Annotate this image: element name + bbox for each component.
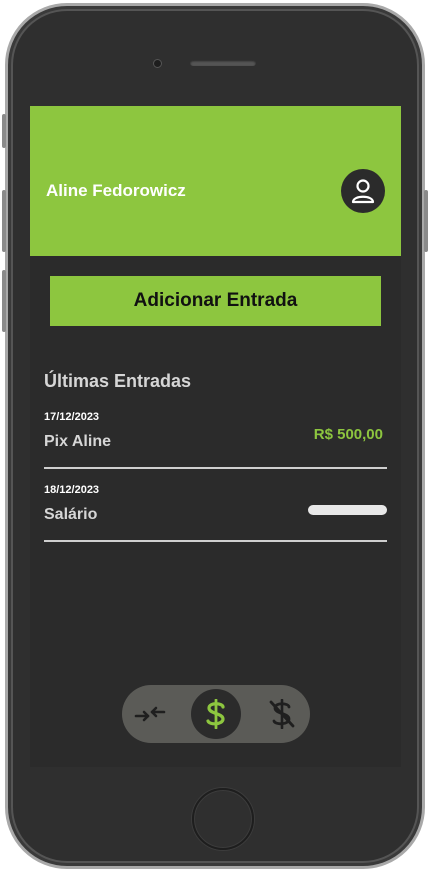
- phone-side-button-mute: [2, 114, 6, 148]
- entry-name: Pix Aline: [44, 433, 111, 450]
- entry-row[interactable]: 17/12/2023 Pix Aline R$ 500,00: [44, 411, 387, 469]
- transfer-arrows-icon: [134, 706, 166, 722]
- profile-button[interactable]: [341, 169, 385, 213]
- entry-date: 17/12/2023: [44, 411, 100, 423]
- dollar-icon: [206, 699, 225, 729]
- phone-side-button-volume-down: [2, 270, 6, 332]
- front-camera: [153, 59, 162, 68]
- entry-name: Salário: [44, 506, 98, 523]
- entry-row[interactable]: 18/12/2023 Salário: [44, 484, 387, 542]
- user-name: Aline Fedorowicz: [46, 181, 186, 200]
- phone-side-button-volume-up: [2, 190, 6, 252]
- earpiece-speaker: [190, 60, 256, 66]
- nav-transfers[interactable]: [125, 689, 175, 739]
- app-header: Aline Fedorowicz: [30, 106, 401, 256]
- home-button[interactable]: [192, 788, 254, 850]
- phone-side-button-power: [424, 190, 428, 252]
- nav-expenses[interactable]: [257, 689, 307, 739]
- nav-income[interactable]: [191, 689, 241, 739]
- user-icon: [351, 179, 375, 204]
- section-title: Últimas Entradas: [44, 371, 192, 391]
- entry-date: 18/12/2023: [44, 484, 100, 496]
- bottom-nav: [122, 685, 310, 743]
- app-screen: Aline Fedorowicz Adicionar Entrada Últim…: [30, 106, 401, 767]
- add-entry-button[interactable]: Adicionar Entrada: [50, 276, 381, 326]
- entry-value-placeholder: [308, 505, 387, 515]
- entry-value: R$ 500,00: [313, 426, 383, 443]
- no-dollar-icon: [269, 699, 295, 729]
